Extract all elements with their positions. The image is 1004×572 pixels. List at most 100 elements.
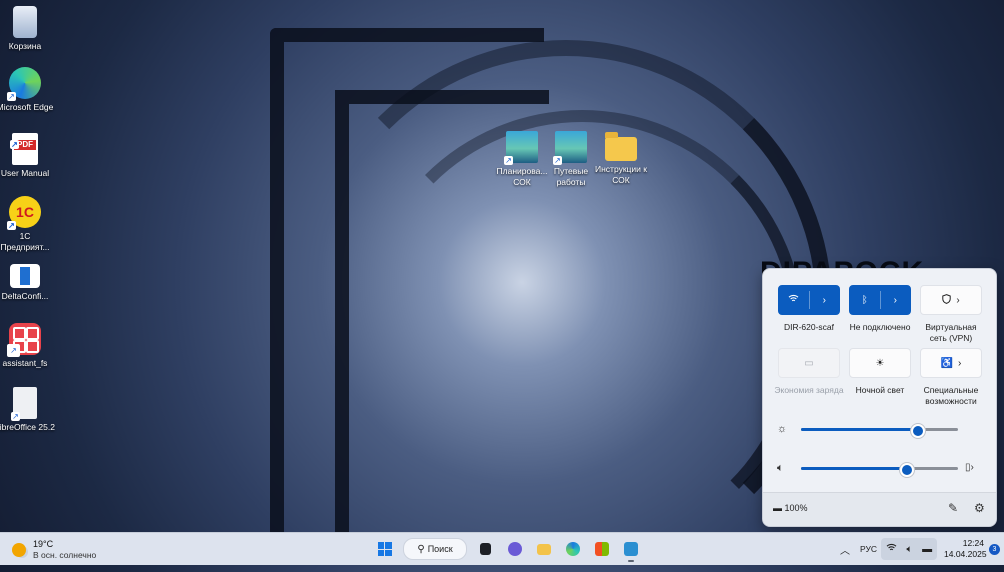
file-explorer-button[interactable] [532, 538, 556, 560]
taskbar-search[interactable]: ⚲ Поиск [403, 538, 467, 560]
desktop-icon-user-manual[interactable]: PDF ↗ User Manual [0, 133, 55, 179]
wifi-chevron-icon[interactable]: › [810, 295, 840, 306]
bluetooth-icon[interactable]: ᛒ [850, 295, 880, 306]
windows-logo-icon [377, 542, 392, 556]
running-indicator [627, 560, 634, 562]
taskbar: 19°C В осн. солнечно ⚲ Поиск ︿ РУС 🔈︎ ▬ … [0, 532, 1004, 565]
folder-icon [605, 132, 637, 161]
assistant-icon: ↗ [7, 323, 41, 357]
battery-saver-tile-label: Экономия заряда [774, 385, 844, 395]
vpn-shield-icon [942, 293, 952, 307]
battery-icon: ▬ [773, 503, 782, 513]
weather-sun-icon [12, 543, 26, 557]
battery-status[interactable]: ▬ 100% [773, 503, 808, 513]
clock[interactable]: 12:24 14.04.2025 [944, 538, 987, 560]
shortcut-arrow-icon: ↗ [553, 156, 562, 165]
accessibility-tile-label: Специальные возможности [923, 385, 979, 406]
recycle-bin-icon [13, 6, 37, 38]
wifi-icon [886, 543, 897, 555]
quick-settings-panel: › DIR-620-scaf ᛒ › Не подключено › Вирту… [762, 268, 997, 527]
route-works-app-icon: ↗ [553, 131, 587, 165]
edge-icon: ↗ [7, 67, 41, 101]
delta-config-icon [10, 264, 40, 288]
desktop-icon-edge[interactable]: ↗ Microsoft Edge [0, 67, 55, 113]
show-hidden-icons-chevron-icon[interactable]: ︿ [840, 542, 850, 557]
volume-slider[interactable] [801, 463, 958, 477]
store-icon [594, 542, 609, 556]
accessibility-tile[interactable]: ♿ › [920, 348, 982, 378]
battery-saver-tile[interactable]: ▭ [778, 348, 840, 378]
wifi-icon[interactable] [779, 294, 809, 306]
sok-app-taskbar-button[interactable] [619, 538, 643, 562]
notification-badge[interactable]: 3 [989, 544, 1000, 555]
desktop-icon-label: Инструкции к СОК [595, 164, 647, 185]
battery-percent: 100% [784, 503, 808, 513]
speaker-icon[interactable]: 🔈︎ [777, 462, 795, 475]
vpn-tile[interactable]: › [920, 285, 982, 315]
search-icon: ⚲ [417, 543, 425, 555]
start-button[interactable] [373, 538, 397, 560]
brightness-slider[interactable] [801, 424, 958, 438]
accessibility-icon: ♿ [940, 357, 954, 369]
settings-gear-icon[interactable]: ⚙ [974, 501, 985, 515]
sok-app-icon [623, 542, 638, 556]
vpn-chevron-icon: › [956, 294, 960, 306]
1c-icon: 1C ↗ [7, 196, 41, 230]
desktop-icon-label: User Manual [0, 168, 50, 178]
volume-slider-thumb[interactable] [899, 463, 914, 477]
desktop-icon-delta-config[interactable]: DeltaConfi... [0, 260, 55, 302]
weather-temp: 19°C [33, 539, 54, 549]
desktop-icon-label: 1С Предприят... [0, 231, 50, 252]
volume-icon: 🔈︎ [906, 543, 913, 555]
brightness-slider-thumb[interactable] [910, 424, 925, 438]
edge-icon [565, 542, 580, 556]
desktop-icon-label: DeltaConfi... [1, 291, 49, 301]
wifi-tile[interactable]: › [778, 285, 840, 315]
libreoffice-icon: ↗ [11, 387, 37, 421]
taskbar-apps: ⚲ Поиск [370, 537, 645, 562]
desktop-icon-assistant[interactable]: ↗ assistant_fs [0, 323, 55, 369]
planning-app-icon: ↗ [504, 131, 538, 165]
pdf-icon: PDF ↗ [10, 133, 38, 165]
brightness-slider-fill [801, 428, 916, 431]
night-light-tile-label: Ночной свет [855, 385, 905, 395]
brightness-icon: ☼ [777, 423, 788, 435]
desktop-icon-label: Корзина [8, 41, 42, 51]
audio-output-select[interactable]: ▯› [965, 462, 974, 473]
task-view-icon [480, 543, 491, 555]
battery-icon: ▬ [922, 543, 933, 555]
night-light-tile[interactable]: ☀ [849, 348, 911, 378]
desktop-icon-label: LibreOffice 25.2 [0, 422, 55, 432]
quick-settings-footer: ▬ 100% ✎ ⚙ [763, 492, 996, 526]
quick-settings-button[interactable]: 🔈︎ ▬ [881, 538, 937, 560]
task-view-button[interactable] [474, 538, 498, 560]
desktop-icon-label: assistant_fs [2, 358, 48, 368]
shortcut-arrow-icon: ↗ [11, 412, 20, 421]
clock-time: 12:24 [962, 538, 984, 548]
input-language[interactable]: РУС [860, 544, 877, 554]
folder-icon [536, 543, 551, 555]
desktop-icon-sok-instructions[interactable]: Инструкции к СОК [591, 131, 651, 186]
desktop-icon-libreoffice[interactable]: ↗ LibreOffice 25.2 [0, 387, 55, 433]
shortcut-arrow-icon: ↗ [7, 92, 16, 101]
store-button[interactable] [590, 538, 614, 560]
search-label: Поиск [427, 544, 453, 554]
edit-quick-settings-icon[interactable]: ✎ [948, 501, 958, 515]
wifi-tile-label: DIR-620-scaf [783, 322, 835, 332]
audio-output-chevron-icon: › [970, 462, 974, 473]
battery-saver-icon: ▭ [804, 357, 814, 369]
bluetooth-tile-label: Не подключено [849, 322, 911, 332]
bluetooth-tile[interactable]: ᛒ › [849, 285, 911, 315]
desktop-icon-recycle-bin[interactable]: Корзина [0, 6, 55, 52]
volume-slider-fill [801, 467, 905, 470]
1c-badge: 1C [16, 204, 34, 220]
clock-date: 14.04.2025 [944, 549, 987, 559]
shortcut-arrow-icon: ↗ [7, 344, 20, 357]
edge-taskbar-button[interactable] [561, 538, 585, 560]
vpn-tile-label: Виртуальная сеть (VPN) [925, 322, 977, 343]
desktop-icon-1c[interactable]: 1C ↗ 1С Предприят... [0, 196, 55, 253]
shortcut-arrow-icon: ↗ [504, 156, 513, 165]
weather-widget[interactable]: 19°C В осн. солнечно [12, 539, 96, 561]
chat-button[interactable] [503, 538, 527, 560]
bluetooth-chevron-icon[interactable]: › [881, 295, 911, 306]
